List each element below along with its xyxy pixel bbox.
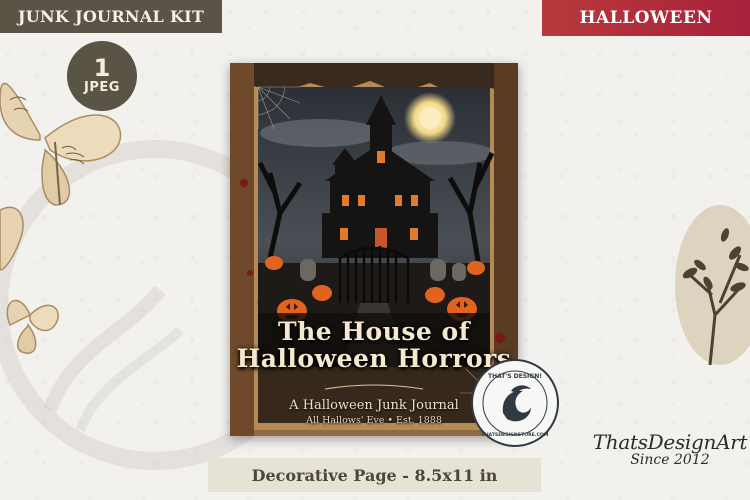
page-size-banner: Decorative Page - 8.5x11 in [208, 458, 541, 492]
brand-stamp-logo: THAT'S DESIGN! THATSDESIGNSTORE.COM [471, 359, 559, 447]
raven-logo-icon: THAT'S DESIGN! THATSDESIGNSTORE.COM [482, 370, 549, 438]
tree-branch-icon [675, 205, 750, 365]
butterfly-large-icon [0, 82, 122, 206]
cover-title-line1: The House of [278, 317, 470, 346]
theme-tag: HALLOWEEN [542, 0, 750, 36]
brand-name: ThatsDesignArt [592, 430, 748, 454]
svg-text:THAT'S DESIGN!: THAT'S DESIGN! [488, 373, 542, 380]
butterfly-bottom-icon [6, 299, 59, 354]
kit-type-tag: JUNK JOURNAL KIT [0, 0, 222, 33]
brand-since: Since 2012 [630, 452, 710, 468]
butterfly-small-icon [0, 206, 24, 271]
svg-text:THATSDESIGNSTORE.COM: THATSDESIGNSTORE.COM [482, 432, 549, 438]
brand-signature: ThatsDesignArt Since 2012 [590, 430, 750, 500]
